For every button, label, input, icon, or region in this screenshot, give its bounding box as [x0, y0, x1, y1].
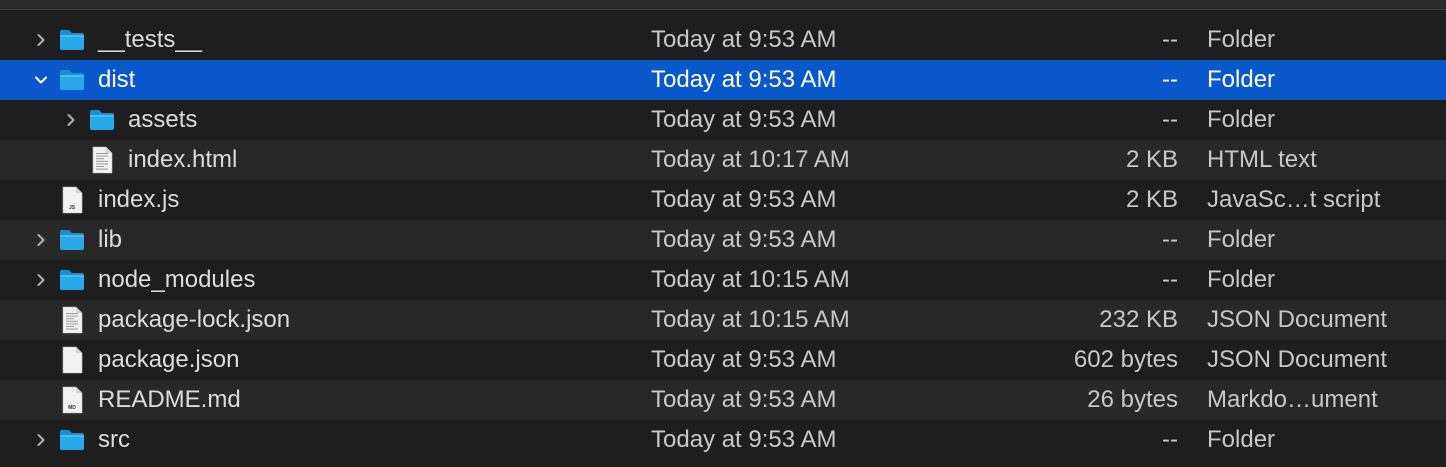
file-kind: JSON Document: [1207, 346, 1388, 373]
svg-text:MD: MD: [68, 405, 76, 411]
file-row[interactable]: package.json Today at 9:53 AM 602 bytes JSO…: [0, 340, 1446, 380]
file-name: node_modules: [98, 266, 256, 293]
file-size: 2 KB: [1125, 186, 1178, 213]
js-file-icon: JS: [58, 186, 86, 214]
file-list: __tests__ Today at 9:53 AM -- Folder dist To…: [0, 20, 1446, 460]
column-header-bar: [0, 0, 1446, 10]
date-modified: Today at 9:53 AM: [651, 106, 837, 133]
file-kind: JSON Document: [1207, 306, 1388, 333]
file-size: 232 KB: [1099, 306, 1178, 333]
svg-text:JS: JS: [69, 205, 76, 211]
file-kind: Folder: [1207, 226, 1276, 253]
file-row[interactable]: src Today at 9:53 AM -- Folder: [0, 420, 1446, 460]
file-kind: Folder: [1207, 66, 1276, 93]
file-size: --: [1162, 26, 1178, 53]
file-name: package.json: [98, 346, 240, 373]
date-modified: Today at 10:15 AM: [651, 306, 850, 333]
file-name: index.html: [128, 146, 238, 173]
file-name: dist: [98, 66, 136, 93]
file-kind: Markdo…ument: [1207, 386, 1378, 413]
file-size: 602 bytes: [1073, 346, 1178, 373]
date-modified: Today at 10:15 AM: [651, 266, 850, 293]
folder-icon: [58, 26, 86, 54]
file-row[interactable]: JS index.js Today at 9:53 AM 2 KB JavaSc…t …: [0, 180, 1446, 220]
folder-icon: [58, 226, 86, 254]
date-modified: Today at 9:53 AM: [651, 226, 837, 253]
file-kind: HTML text: [1207, 146, 1317, 173]
file-name: assets: [128, 106, 198, 133]
date-modified: Today at 9:53 AM: [651, 66, 837, 93]
file-name: package-lock.json: [98, 306, 291, 333]
date-modified: Today at 9:53 AM: [651, 186, 837, 213]
file-row[interactable]: MD README.md Today at 9:53 AM 26 bytes Mark…: [0, 380, 1446, 420]
folder-icon: [58, 66, 86, 94]
file-size: --: [1162, 426, 1178, 453]
md-file-icon: MD: [58, 386, 86, 414]
date-modified: Today at 9:53 AM: [651, 426, 837, 453]
folder-icon: [88, 106, 116, 134]
file-name: src: [98, 426, 130, 453]
file-size: --: [1162, 266, 1178, 293]
date-modified: Today at 10:17 AM: [651, 146, 850, 173]
file-kind: Folder: [1207, 426, 1276, 453]
json-file-icon: [58, 346, 86, 374]
date-modified: Today at 9:53 AM: [651, 26, 837, 53]
folder-icon: [58, 426, 86, 454]
disclosure-collapsed-icon[interactable]: [30, 20, 52, 60]
file-row[interactable]: dist Today at 9:53 AM -- Folder: [0, 60, 1446, 100]
file-row[interactable]: package-lock.json Today at 10:15 AM 232 KB…: [0, 300, 1446, 340]
date-modified: Today at 9:53 AM: [651, 386, 837, 413]
file-name: lib: [98, 226, 123, 253]
file-kind: JavaSc…t script: [1207, 186, 1381, 213]
html-file-icon: [88, 146, 116, 174]
disclosure-collapsed-icon[interactable]: [30, 220, 52, 260]
file-name: index.js: [98, 186, 180, 213]
file-size: --: [1162, 226, 1178, 253]
file-size: --: [1162, 66, 1178, 93]
file-row[interactable]: node_modules Today at 10:15 AM -- Folder: [0, 260, 1446, 300]
disclosure-collapsed-icon[interactable]: [30, 420, 52, 460]
file-row[interactable]: __tests__ Today at 9:53 AM -- Folder: [0, 20, 1446, 60]
date-modified: Today at 9:53 AM: [651, 346, 837, 373]
file-row[interactable]: lib Today at 9:53 AM -- Folder: [0, 220, 1446, 260]
file-size: 26 bytes: [1087, 386, 1178, 413]
disclosure-expanded-icon[interactable]: [30, 60, 52, 100]
file-row[interactable]: index.html Today at 10:17 AM 2 KB HTML text: [0, 140, 1446, 180]
file-size: 2 KB: [1125, 146, 1178, 173]
disclosure-collapsed-icon[interactable]: [60, 100, 82, 140]
file-kind: Folder: [1207, 106, 1276, 133]
file-kind: Folder: [1207, 266, 1276, 293]
file-name: README.md: [98, 386, 241, 413]
file-size: --: [1162, 106, 1178, 133]
file-row[interactable]: assets Today at 9:53 AM -- Folder: [0, 100, 1446, 140]
file-name: __tests__: [98, 26, 203, 53]
file-kind: Folder: [1207, 26, 1276, 53]
disclosure-collapsed-icon[interactable]: [30, 260, 52, 300]
folder-icon: [58, 266, 86, 294]
json-file-icon: [58, 306, 86, 334]
